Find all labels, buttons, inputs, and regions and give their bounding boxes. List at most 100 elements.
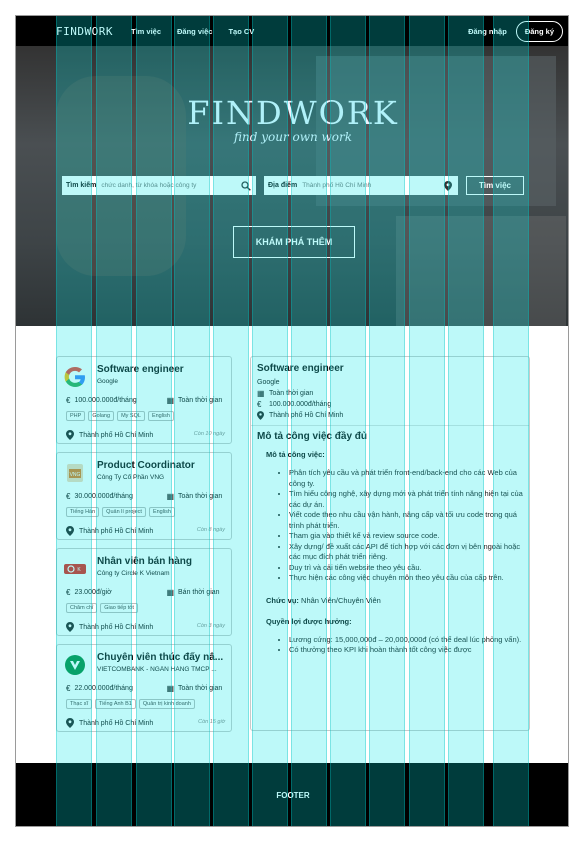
euro-icon: € (257, 400, 262, 409)
job-location: Thành phố Hồ Chí Minh (66, 526, 153, 536)
job-tags: Thạc sĩ Tiếng Anh B1 Quản trị kinh doanh (66, 699, 198, 709)
job-time-left: Còn 3 ngày (196, 623, 225, 629)
building-icon: ▦ (166, 492, 175, 501)
job-detail-title: Software engineer (257, 363, 344, 374)
job-time-left: Còn 10 ngày (193, 431, 225, 437)
vng-logo-icon: VNG (63, 461, 87, 485)
job-tag: Chăm chỉ (66, 603, 98, 613)
job-tag: English (147, 411, 174, 421)
job-title[interactable]: Nhân viên bán hàng (97, 556, 229, 567)
job-location: Thành phố Hồ Chí Minh (66, 622, 153, 632)
job-company: Công Ty Cổ Phần VNG (97, 474, 165, 481)
benefit-item: Lương cứng: 15,000,000đ – 20,000,000đ (c… (289, 635, 523, 646)
job-type: Toàn thời gian (178, 493, 223, 500)
job-detail-salary-row: € 100.000.000đ/tháng (257, 399, 523, 410)
job-title[interactable]: Product Coordinator (97, 460, 229, 471)
job-type: Toàn thời gian (178, 397, 223, 404)
job-salary: 30.000.000đ/tháng (74, 493, 133, 500)
job-tag: Thạc sĩ (66, 699, 93, 709)
job-detail-salary: 100.000.000đ/tháng (269, 401, 332, 408)
location-pin-icon (257, 411, 264, 420)
job-detail-section-title: Mô tả công việc đầy đủ (257, 431, 368, 442)
signup-button[interactable]: Đăng ký (515, 20, 563, 42)
job-tags: Chăm chỉ Giao tiếp tốt (66, 603, 141, 613)
search-job-button[interactable]: Tìm việc (466, 176, 524, 195)
location-search-input[interactable] (302, 182, 442, 189)
job-tag: PHP (66, 411, 86, 421)
vietcombank-logo-icon (63, 653, 87, 677)
job-location-text: Thành phố Hồ Chí Minh (79, 623, 154, 631)
job-location-text: Thành phố Hồ Chí Minh (79, 527, 154, 535)
hero-title: FINDWORK (187, 94, 399, 132)
svg-text:VNG: VNG (70, 472, 81, 478)
job-location-text: Thành phố Hồ Chí Minh (79, 719, 154, 727)
job-time-left: Còn 8 ngày (196, 527, 225, 533)
job-description-item: Viết code theo nhu cầu vận hành, nâng cấ… (289, 510, 523, 531)
job-description-item: Tham gia vào thiết kế và review source c… (289, 531, 523, 542)
benefits-list: Lương cứng: 15,000,000đ – 20,000,000đ (c… (251, 635, 529, 656)
job-tag: Quản lí project (102, 507, 146, 517)
building-icon: ▦ (257, 389, 265, 398)
footer-label: FOOTER (276, 791, 310, 800)
job-description-item: Thực hiện các công việc chuyên môn theo … (289, 573, 523, 584)
job-card[interactable]: Software engineer Google € 100.000.000đ/… (56, 356, 232, 444)
nav-link-post-job[interactable]: Đăng việc (177, 27, 212, 36)
benefits-heading: Quyền lợi được hưởng: (266, 616, 352, 626)
building-icon: ▦ (166, 396, 175, 405)
job-location: Thành phố Hồ Chí Minh (66, 430, 153, 440)
nav-link-create-cv[interactable]: Tạo CV (228, 27, 254, 36)
euro-icon: € (66, 492, 71, 501)
login-link[interactable]: Đăng nhập (468, 27, 507, 36)
explore-more-button[interactable]: KHÁM PHÁ THÊM (233, 226, 355, 258)
job-description-item: Tìm hiểu công nghệ, xây dựng mới và phát… (289, 489, 523, 510)
footer: FOOTER (16, 763, 568, 826)
job-card[interactable]: K Nhân viên bán hàng Công ty Circle K Vi… (56, 548, 232, 636)
search-icon[interactable] (240, 180, 252, 192)
job-tags: PHP Golang My SQL English (66, 411, 177, 421)
job-detail-location-row: Thành phố Hồ Chí Minh (257, 410, 523, 421)
euro-icon: € (66, 396, 71, 405)
job-company: Google (97, 378, 118, 385)
job-card[interactable]: Chuyên viên thúc đẩy nâ... VIETCOMBANK -… (56, 644, 232, 732)
job-company: Công ty Circle K Vietnam (97, 570, 170, 577)
page-frame: FINDWORK Tìm việc Đăng việc Tạo CV Đăng … (15, 15, 569, 827)
job-detail-panel[interactable]: Software engineer Google ▦ Toàn thời gia… (250, 356, 530, 731)
job-tags: Tiếng Hàn Quản lí project English (66, 507, 178, 517)
job-title[interactable]: Software engineer (97, 364, 229, 375)
job-tag: Quản trị kinh doanh (138, 699, 195, 709)
job-tag: Tiếng Hàn (66, 507, 100, 517)
location-pin-icon (66, 430, 74, 440)
job-description-item: Duy trì và cải tiến website theo yêu cầu… (289, 563, 523, 574)
job-detail-company: Google (257, 379, 280, 386)
job-card[interactable]: VNG Product Coordinator Công Ty Cổ Phần … (56, 452, 232, 540)
location-pin-icon[interactable] (442, 180, 454, 192)
euro-icon: € (66, 684, 71, 693)
location-search-label: Địa điểm (268, 182, 298, 189)
nav-logo[interactable]: FINDWORK (56, 25, 113, 38)
benefit-item: Có thưởng theo KPI khi hoàn thành tốt cô… (289, 645, 523, 656)
job-title[interactable]: Chuyên viên thúc đẩy nâ... (97, 652, 229, 663)
job-time-left: Còn 15 giờ (198, 719, 225, 725)
keyword-search-input[interactable] (101, 182, 240, 189)
nav-auth: Đăng nhập Đăng ký (468, 20, 563, 42)
job-meta-row: € 100.000.000đ/tháng ▦ Toàn thời gian (66, 396, 228, 405)
euro-icon: € (66, 588, 71, 597)
job-salary: 100.000.000đ/tháng (74, 397, 137, 404)
top-navbar: FINDWORK Tìm việc Đăng việc Tạo CV Đăng … (16, 16, 568, 46)
job-role-value: Nhân Viên/Chuyên Viên (301, 595, 381, 605)
job-tag: English (148, 507, 175, 517)
job-location-text: Thành phố Hồ Chí Minh (79, 431, 154, 439)
nav-link-find-job[interactable]: Tìm việc (131, 27, 161, 36)
job-detail-location: Thành phố Hồ Chí Minh (269, 412, 344, 419)
job-detail-type-row: ▦ Toàn thời gian (257, 388, 523, 399)
location-pin-icon (66, 526, 74, 536)
job-salary: 22.000.000đ/tháng (74, 685, 133, 692)
hero-subtitle: find your own work (233, 130, 353, 144)
job-description-heading: Mô tả công việc: (266, 450, 325, 459)
job-role-row: Chức vụ: Nhân Viên/Chuyên Viên (251, 596, 529, 605)
keyword-search-label: Tìm kiếm (66, 182, 97, 189)
job-description-item: Xây dựng/ đề xuất các API để tích hợp vớ… (289, 542, 523, 563)
job-description-item: Phân tích yêu cầu và phát triển front-en… (289, 468, 523, 489)
circle-k-logo-icon: K (63, 557, 87, 581)
job-tag: My SQL (117, 411, 145, 421)
